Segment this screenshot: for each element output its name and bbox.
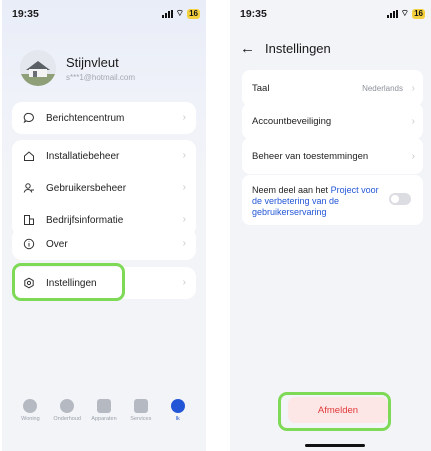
signal-icon: [161, 9, 173, 18]
menu-item-berichtencentrum[interactable]: Berichtencentrum ›: [12, 102, 196, 134]
house-icon: [22, 149, 36, 163]
settings-icon: [22, 276, 36, 290]
tab-onderhoud[interactable]: Onderhoud: [50, 399, 84, 439]
settings-item-toestemmingen[interactable]: Beheer van toestemmingen ›: [242, 138, 423, 174]
chevron-right-icon: ›: [182, 214, 186, 225]
profile-name: Stijnvleut: [66, 54, 119, 70]
status-time: 19:35: [12, 8, 39, 20]
status-bar: 19:35 ⌔ 16: [240, 8, 425, 22]
chevron-right-icon: ›: [411, 150, 415, 162]
chevron-right-icon: ›: [182, 277, 186, 288]
home-icon: [23, 399, 38, 413]
tab-label: Onderhoud: [53, 416, 81, 422]
me-screen: 19:35 ⌔ 16 Stijnvleut s***1@hotmail.com: [2, 0, 206, 451]
settings-card-language: Taal Nederlands ›: [242, 70, 423, 106]
menu-card-management: Installatiebeheer › Gebruikersbeheer › B…: [12, 140, 196, 236]
tab-label: Apparaten: [91, 416, 117, 422]
signal-icon: [386, 9, 398, 18]
nav-bar: ← Instellingen: [240, 40, 331, 57]
menu-card-settings: Instellingen ›: [12, 267, 196, 299]
tab-label: Woning: [21, 416, 40, 422]
battery-badge: 16: [187, 8, 200, 19]
avatar: [20, 50, 56, 86]
chevron-right-icon: ›: [182, 238, 186, 249]
settings-label: Accountbeveiliging: [252, 115, 332, 127]
settings-item-accountbeveiliging[interactable]: Accountbeveiliging ›: [242, 103, 423, 139]
tab-woning[interactable]: Woning: [13, 399, 47, 439]
back-arrow-icon[interactable]: ←: [240, 40, 255, 57]
chevron-right-icon: ›: [182, 150, 186, 161]
menu-label: Gebruikersbeheer: [46, 182, 127, 194]
services-icon: [133, 399, 148, 413]
settings-item-taal[interactable]: Taal Nederlands ›: [242, 70, 423, 106]
menu-label: Installatiebeheer: [46, 150, 120, 162]
profile-header[interactable]: Stijnvleut s***1@hotmail.com: [20, 50, 135, 86]
tab-apparaten[interactable]: Apparaten: [87, 399, 121, 439]
menu-card-messages: Berichtencentrum ›: [12, 102, 196, 134]
bottom-tab-bar: Woning Onderhoud Apparaten Services Ik: [2, 399, 206, 439]
menu-label: Berichtencentrum: [46, 112, 125, 124]
menu-item-instellingen[interactable]: Instellingen ›: [12, 267, 196, 299]
menu-item-installatiebeheer[interactable]: Installatiebeheer ›: [12, 140, 196, 172]
settings-label: Taal: [252, 82, 270, 94]
info-icon: [22, 237, 36, 251]
menu-card-about: Over ›: [12, 228, 196, 260]
consent-toggle[interactable]: [389, 193, 411, 205]
settings-card-consent: Neem deel aan het Project voor de verbet…: [242, 175, 423, 225]
status-bar: 19:35 ⌔ 16: [12, 8, 200, 22]
logout-button[interactable]: Afmelden: [288, 397, 388, 423]
profile-icon: [170, 399, 185, 413]
page-title: Instellingen: [265, 41, 331, 56]
language-value: Nederlands: [362, 83, 403, 93]
profile-email: s***1@hotmail.com: [66, 72, 136, 82]
wifi-icon: ⌔: [175, 8, 185, 18]
wifi-icon: ⌔: [400, 8, 410, 18]
chevron-right-icon: ›: [411, 82, 415, 94]
settings-screen: 19:35 ⌔ 16 ← Instellingen Taal Nederland…: [230, 0, 431, 451]
home-indicator: [305, 444, 365, 447]
consent-prefix: Neem deel aan het: [252, 185, 331, 195]
maintenance-icon: [60, 399, 75, 413]
menu-label: Bedrijfsinformatie: [46, 214, 124, 226]
message-icon: [22, 111, 36, 125]
chevron-right-icon: ›: [411, 115, 415, 127]
devices-icon: [96, 399, 111, 413]
tab-services[interactable]: Services: [124, 399, 158, 439]
settings-label: Beheer van toestemmingen: [252, 150, 369, 162]
chevron-right-icon: ›: [182, 182, 186, 193]
settings-card-permissions: Beheer van toestemmingen ›: [242, 138, 423, 174]
menu-label: Over: [46, 238, 68, 250]
status-time: 19:35: [240, 8, 267, 20]
menu-item-over[interactable]: Over ›: [12, 228, 196, 260]
users-icon: [22, 181, 36, 195]
menu-item-gebruikersbeheer[interactable]: Gebruikersbeheer ›: [12, 172, 196, 204]
tab-label: Services: [130, 416, 152, 422]
settings-card-security: Accountbeveiliging ›: [242, 103, 423, 139]
tab-ik[interactable]: Ik: [161, 399, 195, 439]
chevron-right-icon: ›: [182, 112, 186, 123]
building-icon: [22, 213, 36, 227]
battery-badge: 16: [412, 8, 425, 19]
tab-label: Ik: [175, 416, 180, 422]
menu-label: Instellingen: [46, 277, 97, 289]
